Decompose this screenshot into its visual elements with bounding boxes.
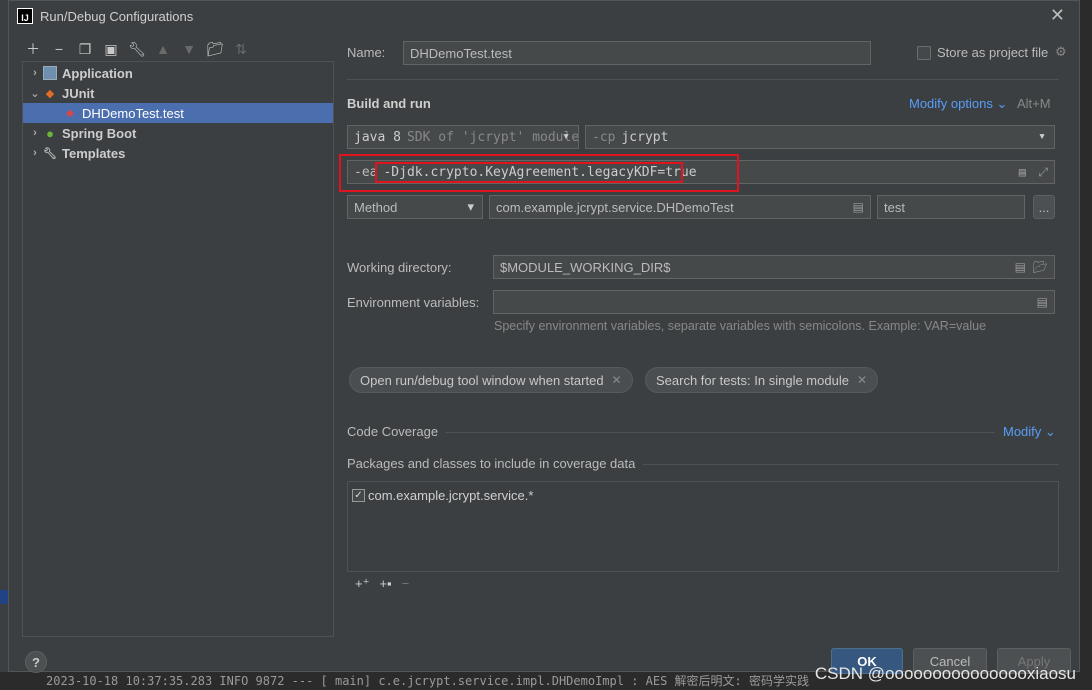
tree-item-templates[interactable]: › 🔧︎ Templates	[23, 143, 333, 163]
tree-item-label: DHDemoTest.test	[82, 105, 184, 121]
remove-icon[interactable]: −	[49, 39, 69, 59]
workdir-input[interactable]: $MODULE_WORKING_DIR$ ▤ 📂︎	[493, 255, 1055, 279]
workdir-label: Working directory:	[347, 260, 452, 275]
spring-boot-icon: ●	[46, 125, 54, 141]
edit-env-icon[interactable]: ▤	[1037, 295, 1048, 309]
divider	[445, 432, 995, 433]
divider	[347, 79, 1059, 80]
list-item[interactable]: ✓ com.example.jcrypt.service.*	[352, 488, 533, 503]
name-input[interactable]: DHDemoTest.test	[403, 41, 871, 65]
help-button[interactable]: ?	[25, 651, 47, 673]
intellij-app-icon: IJ	[17, 8, 33, 24]
env-hint: Specify environment variables, separate …	[494, 319, 987, 333]
chip-label: Search for tests: In single module	[656, 372, 849, 388]
new-folder-icon[interactable]: 📁︎	[205, 39, 225, 59]
highlight-box-inner	[375, 162, 683, 183]
chevron-down-icon: ⌄	[996, 96, 1008, 111]
chip-label: Open run/debug tool window when started	[360, 372, 604, 388]
jre-value: java 8	[354, 129, 401, 145]
chip-close-icon[interactable]: ✕	[857, 373, 867, 387]
divider	[643, 464, 1059, 465]
store-project-checkbox[interactable]	[917, 46, 931, 60]
folder-icon[interactable]: 📂︎	[1033, 260, 1048, 274]
chevron-down-icon[interactable]: ⌄	[27, 87, 43, 100]
background-fragment	[0, 590, 8, 604]
expand-text-icon[interactable]: ▤	[1015, 260, 1026, 274]
coverage-modify-link[interactable]: Modify ⌄	[1003, 424, 1056, 440]
tree-item-label: Application	[62, 65, 133, 81]
gear-icon[interactable]: ⚙	[1055, 44, 1067, 60]
move-down-icon[interactable]: ▼	[179, 39, 199, 59]
env-label: Environment variables:	[347, 295, 480, 310]
modify-options-link[interactable]: Modify options ⌄	[909, 96, 1007, 112]
title-bar: IJ Run/Debug Configurations ✕	[9, 1, 1079, 31]
tree-item-dhdemotest[interactable]: ◆ DHDemoTest.test	[23, 103, 333, 123]
sort-icon[interactable]: ⇅	[231, 39, 251, 59]
expand-field-icon[interactable]: ⤢	[1038, 165, 1048, 180]
remove-icon[interactable]: −	[402, 576, 410, 591]
store-project-label: Store as project file	[937, 45, 1049, 60]
test-kind-select[interactable]: Method	[347, 195, 483, 219]
modify-options-label: Modify options	[909, 96, 993, 111]
test-config-icon: ◆	[66, 107, 74, 119]
checked-checkbox-icon[interactable]: ✓	[352, 489, 365, 502]
chevron-right-icon[interactable]: ›	[27, 147, 43, 159]
junit-icon: ◆	[45, 87, 55, 100]
dialog-title: Run/Debug Configurations	[40, 8, 194, 24]
tree-item-label: JUnit	[62, 85, 95, 101]
config-toolbar: ＋ − ❐ ▣ 🔧︎ ▲ ▼ 📁︎ ⇅	[23, 39, 251, 59]
add-class-icon[interactable]: +▪	[379, 576, 391, 591]
coverage-modify-label: Modify	[1003, 424, 1042, 439]
chip-search-tests[interactable]: Search for tests: In single module ✕	[645, 367, 878, 393]
add-icon[interactable]: ＋	[23, 39, 43, 59]
wrench-icon[interactable]: 🔧︎	[127, 39, 147, 59]
tree-item-application[interactable]: › Application	[23, 63, 333, 83]
move-up-icon[interactable]: ▲	[153, 39, 173, 59]
chevron-right-icon[interactable]: ›	[27, 67, 43, 79]
class-value: com.example.jcrypt.service.DHDemoTest	[496, 199, 734, 215]
tree-item-label: Templates	[62, 145, 126, 161]
cp-prefix: -cp	[592, 129, 616, 145]
classpath-select[interactable]: -cp jcrypt	[585, 125, 1055, 149]
chip-open-tool-window[interactable]: Open run/debug tool window when started …	[349, 367, 633, 393]
coverage-toolbar: +⁺ +▪ −	[347, 571, 1059, 595]
close-icon[interactable]: ✕	[1050, 5, 1065, 26]
build-run-heading: Build and run	[347, 96, 431, 111]
method-input[interactable]: test	[877, 195, 1025, 219]
application-icon	[43, 66, 57, 80]
jre-select[interactable]: java 8 SDK of 'jcrypt' module	[347, 125, 579, 149]
expand-text-icon[interactable]: ▤	[1019, 165, 1026, 179]
class-input[interactable]: com.example.jcrypt.service.DHDemoTest ▤	[489, 195, 871, 219]
run-debug-dialog: IJ Run/Debug Configurations ✕ ＋ − ❐ ▣ 🔧︎…	[8, 0, 1080, 674]
config-tree: › Application ⌄ ◆ JUnit ◆ DHDemoTest.tes…	[22, 61, 334, 637]
workdir-value: $MODULE_WORKING_DIR$	[500, 259, 671, 275]
package-item-label: com.example.jcrypt.service.*	[368, 488, 534, 503]
tree-item-label: Spring Boot	[62, 125, 137, 141]
chevron-down-icon: ⌄	[1044, 424, 1056, 439]
cp-value: jcrypt	[621, 129, 669, 145]
env-input[interactable]: ▤	[493, 290, 1055, 314]
tree-item-junit[interactable]: ⌄ ◆ JUnit	[23, 83, 333, 103]
background-ide-left-strip	[0, 0, 8, 690]
save-icon[interactable]: ▣	[101, 39, 121, 59]
tree-item-spring-boot[interactable]: › ● Spring Boot	[23, 123, 333, 143]
modify-options-shortcut: Alt+M	[1017, 96, 1051, 111]
coverage-label: Code Coverage	[347, 424, 439, 439]
add-package-icon[interactable]: +⁺	[355, 576, 369, 592]
browse-class-icon[interactable]: ▤	[853, 200, 864, 214]
chip-close-icon[interactable]: ✕	[612, 373, 622, 387]
packages-label: Packages and classes to include in cover…	[347, 456, 636, 471]
jre-hint: SDK of 'jcrypt' module	[406, 129, 579, 145]
copy-icon[interactable]: ❐	[75, 39, 95, 59]
more-button[interactable]: ...	[1033, 195, 1055, 219]
name-label: Name:	[347, 45, 386, 60]
csdn-watermark: CSDN @oooooooooooooooxiaosu	[814, 664, 1076, 683]
chevron-right-icon[interactable]: ›	[27, 127, 43, 139]
wrench-icon: 🔧︎	[43, 147, 57, 160]
